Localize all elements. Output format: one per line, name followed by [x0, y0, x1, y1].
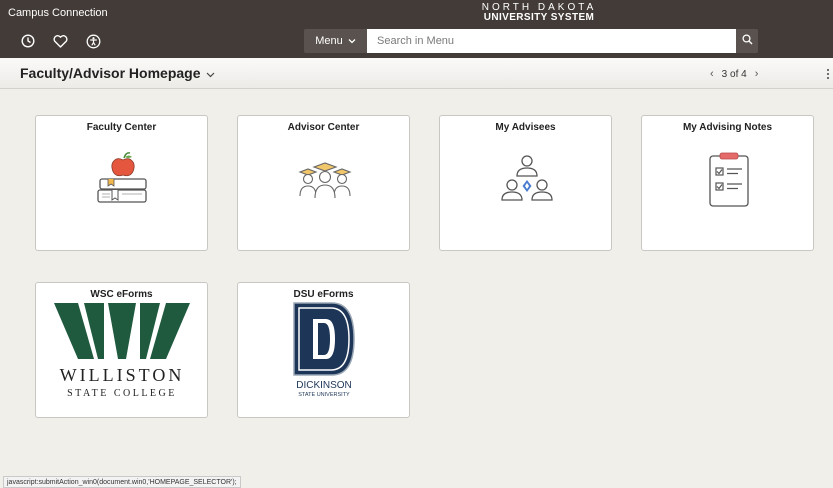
- previous-page-icon[interactable]: ‹: [710, 68, 714, 80]
- wsc-logo-line1: WILLISTON: [60, 365, 185, 385]
- ndus-logo: NORTH DAKOTA UNIVERSITY SYSTEM: [470, 3, 608, 23]
- top-header: Campus Connection NORTH DAKOTA UNIVERSIT…: [0, 0, 833, 58]
- tile-title: My Advising Notes: [682, 122, 773, 133]
- tile-dsu-eforms[interactable]: DSU eForms DICKINSON STATE UNIVERSITY: [237, 282, 410, 418]
- favorites-icon[interactable]: [52, 33, 68, 49]
- williston-state-college-logo: WILLISTON STATE COLLEGE: [44, 301, 200, 408]
- more-options-icon[interactable]: [825, 66, 831, 82]
- tile-title: My Advisees: [495, 122, 556, 133]
- chevron-down-icon: [206, 65, 215, 81]
- clipboard-checklist-icon: [706, 152, 752, 213]
- tile-title: WSC eForms: [90, 289, 153, 300]
- people-network-icon: [500, 152, 554, 211]
- tile-faculty-center[interactable]: Faculty Center: [35, 115, 208, 251]
- dsu-logo-line2: STATE UNIVERSITY: [298, 392, 350, 398]
- menu-button-label: Menu: [315, 35, 343, 47]
- pager-text: 3 of 4: [721, 68, 747, 80]
- wsc-logo-line2: STATE COLLEGE: [67, 388, 177, 399]
- search-icon: [741, 32, 753, 50]
- tile-title: Faculty Center: [86, 122, 157, 133]
- graduates-icon: [296, 160, 354, 205]
- page-header-bar: Faculty/Advisor Homepage ‹ 3 of 4 ›: [0, 58, 833, 89]
- menu-button[interactable]: Menu: [304, 29, 367, 53]
- logo-line-bottom: UNIVERSITY SYSTEM: [483, 12, 595, 23]
- apple-books-icon: [94, 150, 152, 211]
- tile-wsc-eforms[interactable]: WSC eForms WILLISTON STATE COLLEGE: [35, 282, 208, 418]
- next-page-icon[interactable]: ›: [755, 68, 759, 80]
- dickinson-state-university-logo: DICKINSON STATE UNIVERSITY: [288, 301, 360, 404]
- homepage-pager: ‹ 3 of 4 ›: [710, 68, 758, 80]
- tile-title: Advisor Center: [287, 122, 360, 133]
- accessibility-icon[interactable]: [85, 33, 101, 49]
- tile-my-advising-notes[interactable]: My Advising Notes: [641, 115, 814, 251]
- page-title: Faculty/Advisor Homepage: [20, 65, 201, 81]
- search-button[interactable]: [736, 29, 758, 53]
- tile-my-advisees[interactable]: My Advisees: [439, 115, 612, 251]
- search-input[interactable]: [367, 29, 736, 53]
- tile-title: DSU eForms: [293, 289, 354, 300]
- tile-advisor-center[interactable]: Advisor Center: [237, 115, 410, 251]
- dsu-logo-line1: DICKINSON: [296, 380, 352, 391]
- homepage-selector[interactable]: Faculty/Advisor Homepage: [20, 65, 215, 81]
- app-title[interactable]: Campus Connection: [8, 7, 108, 19]
- browser-status-bar: javascript:submitAction_win0(document.wi…: [3, 476, 241, 488]
- history-icon[interactable]: [20, 33, 36, 49]
- chevron-down-icon: [348, 35, 356, 47]
